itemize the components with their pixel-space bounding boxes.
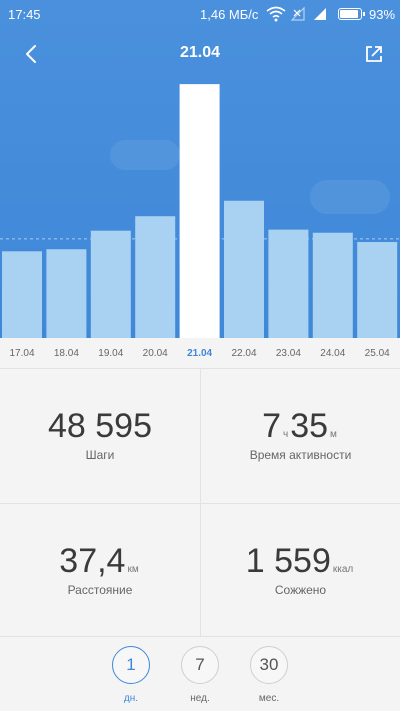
distance-value: 37,4 км xyxy=(0,542,200,581)
status-time: 17:45 xyxy=(8,7,41,22)
date-label-24.04[interactable]: 24.04 xyxy=(311,348,355,359)
distance-unit: км xyxy=(127,564,139,575)
distance-label: Расстояние xyxy=(67,583,133,597)
period-selector: 1 дн. 7 нед. 30 мес. xyxy=(0,636,400,711)
hours-unit: ч xyxy=(283,429,289,440)
calories-unit: ккал xyxy=(332,564,354,575)
chart-bar-21.04[interactable] xyxy=(179,84,220,338)
active-time-label: Время активности xyxy=(249,448,352,462)
steps-bar-chart[interactable] xyxy=(0,80,400,338)
chart-bar-17.04[interactable] xyxy=(2,251,42,338)
page-title: 21.04 xyxy=(179,44,221,61)
date-label-17.04[interactable]: 17.04 xyxy=(0,348,44,359)
period-week-label: нед. xyxy=(190,693,210,704)
period-month-button[interactable]: 30 xyxy=(250,646,288,684)
chart-bar-23.04[interactable] xyxy=(268,229,309,338)
distance-number: 37,4 xyxy=(59,542,126,580)
chart-bar-25.04[interactable] xyxy=(357,242,398,338)
calories-label: Сожжено xyxy=(274,583,327,597)
stats-grid: 48 595 Шаги 7 ч35 м Время активности 37,4 к… xyxy=(0,368,400,637)
network-speed: 1,46 МБ/с xyxy=(200,7,259,22)
period-day-button[interactable]: 1 xyxy=(112,646,150,684)
active-time-value: 7 ч35 м xyxy=(201,407,400,446)
distance-stat: 37,4 км Расстояние xyxy=(0,503,200,637)
battery-icon xyxy=(338,8,365,20)
date-label-22.04[interactable]: 22.04 xyxy=(222,348,266,359)
date-label-20.04[interactable]: 20.04 xyxy=(133,348,177,359)
status-bar: 17:45 1,46 МБ/с 93% xyxy=(0,0,400,30)
date-label-23.04[interactable]: 23.04 xyxy=(266,348,310,359)
minutes-unit: м xyxy=(330,429,337,440)
active-hours: 7 xyxy=(262,407,281,445)
period-month-label: мес. xyxy=(258,693,280,704)
chart-bar-19.04[interactable] xyxy=(90,230,131,338)
calories-value: 1 559 ккал xyxy=(201,542,400,581)
battery-percent: 93% xyxy=(369,7,396,22)
chart-bar-22.04[interactable] xyxy=(224,200,264,338)
chart-bar-18.04[interactable] xyxy=(46,249,87,338)
signal-icon xyxy=(314,8,326,20)
chart-bar-24.04[interactable] xyxy=(312,232,353,338)
date-label-18.04[interactable]: 18.04 xyxy=(44,348,88,359)
wifi-icon xyxy=(266,6,286,22)
app-bar: 21.04 xyxy=(0,34,400,74)
date-label-21.04[interactable]: 21.04 xyxy=(178,348,222,359)
chart-bar-20.04[interactable] xyxy=(135,216,176,338)
active-minutes: 35 xyxy=(290,407,329,445)
calories-stat: 1 559 ккал Сожжено xyxy=(200,503,400,637)
calories-number: 1 559 xyxy=(245,542,331,580)
steps-stat: 48 595 Шаги xyxy=(0,369,200,503)
no-signal-icon xyxy=(290,6,305,21)
date-label-19.04[interactable]: 19.04 xyxy=(89,348,133,359)
header-panel: 17:45 1,46 МБ/с 93% 21.04 xyxy=(0,0,400,338)
period-day-label: дн. xyxy=(123,693,139,704)
steps-value: 48 595 xyxy=(48,407,152,445)
date-label-25.04[interactable]: 25.04 xyxy=(355,348,399,359)
date-axis: 17.04 18.04 19.04 20.04 21.04 22.04 23.04 24.04… xyxy=(0,338,400,368)
active-time-stat: 7 ч35 м Время активности xyxy=(200,369,400,503)
period-week-button[interactable]: 7 xyxy=(181,646,219,684)
steps-label: Шаги xyxy=(85,448,115,462)
share-icon[interactable] xyxy=(360,40,388,68)
